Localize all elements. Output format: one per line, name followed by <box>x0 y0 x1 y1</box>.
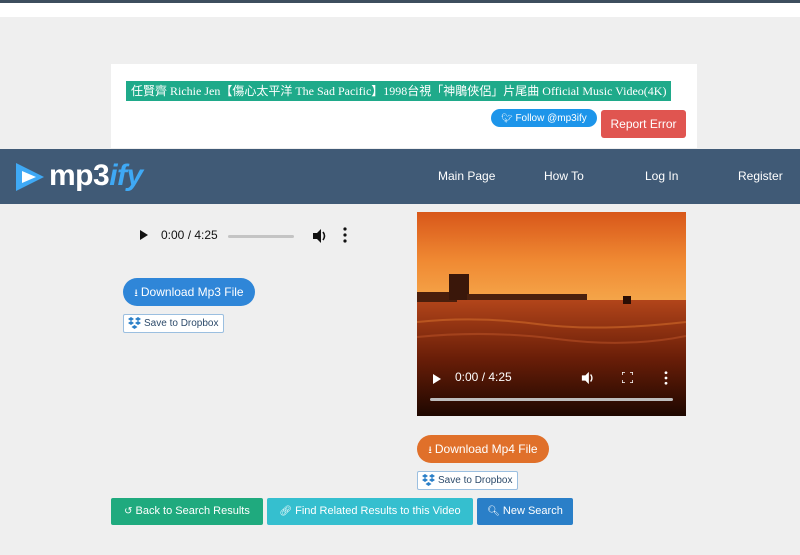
back-label: Back to Search Results <box>135 505 250 517</box>
video-player[interactable]: 0:00 / 4:25 <box>417 212 686 416</box>
navbar: mp3ify Main Page How To Log In Register <box>0 149 800 204</box>
video-play-icon[interactable] <box>433 374 441 384</box>
new-search-button[interactable]: 🔍︎ New Search <box>477 498 573 525</box>
audio-play-icon[interactable] <box>140 230 148 240</box>
nav-log-in[interactable]: Log In <box>645 149 678 204</box>
find-related-results-button[interactable]: 🔗︎ Find Related Results to this Video <box>267 498 473 525</box>
audio-progress-bar[interactable] <box>228 235 294 238</box>
video-controls: 0:00 / 4:25 <box>417 362 686 416</box>
audio-time: 0:00 / 4:25 <box>161 228 218 242</box>
audio-player: 0:00 / 4:25 <box>124 219 364 253</box>
download-mp3-label: Download Mp3 File <box>140 285 244 299</box>
video-progress-bar[interactable] <box>430 398 673 401</box>
download-mp4-label: Download Mp4 File <box>434 442 538 456</box>
video-more-options-icon[interactable] <box>664 371 668 385</box>
video-volume-icon[interactable] <box>581 371 595 385</box>
twitter-follow-button[interactable]: 🐦︎ Follow @mp3ify <box>491 109 597 127</box>
report-error-button[interactable]: Report Error <box>601 110 686 138</box>
link-icon: 🔗︎ <box>279 506 293 517</box>
dropbox-icon <box>422 474 435 486</box>
video-time: 0:00 / 4:25 <box>455 370 512 384</box>
dropbox-label: Save to Dropbox <box>438 475 513 486</box>
nav-register[interactable]: Register <box>738 149 783 204</box>
new-search-label: New Search <box>502 505 563 517</box>
video-title: 任賢齊 Richie Jen【傷心太平洋 The Sad Pacific】199… <box>126 81 672 101</box>
search-icon: 🔍︎ <box>487 506 500 517</box>
download-icon: ⭳ <box>428 445 432 456</box>
save-to-dropbox-mp4-button[interactable]: Save to Dropbox <box>417 471 518 490</box>
twitter-icon: 🐦︎ <box>501 113 513 123</box>
title-card: 任賢齊 Richie Jen【傷心太平洋 The Sad Pacific】199… <box>111 64 697 148</box>
dropbox-label: Save to Dropbox <box>144 318 219 329</box>
fullscreen-icon[interactable] <box>622 372 633 383</box>
dropbox-icon <box>128 317 141 329</box>
download-mp4-button[interactable]: ⭳ Download Mp4 File <box>417 435 549 463</box>
nav-main-page[interactable]: Main Page <box>438 149 495 204</box>
top-band <box>0 3 800 17</box>
save-to-dropbox-mp3-button[interactable]: Save to Dropbox <box>123 314 224 333</box>
volume-icon[interactable] <box>312 228 328 244</box>
nav-how-to[interactable]: How To <box>544 149 584 204</box>
download-mp3-button[interactable]: ⭳ Download Mp3 File <box>123 278 255 306</box>
undo-icon: ↺ <box>124 506 133 517</box>
related-label: Find Related Results to this Video <box>295 505 461 517</box>
play-logo-icon <box>16 163 44 191</box>
back-to-search-results-button[interactable]: ↺ Back to Search Results <box>111 498 263 525</box>
logo-text: mp3ify <box>49 159 143 192</box>
follow-label: Follow @mp3ify <box>515 113 587 124</box>
download-icon: ⭳ <box>134 288 138 299</box>
more-options-icon[interactable] <box>343 227 347 243</box>
